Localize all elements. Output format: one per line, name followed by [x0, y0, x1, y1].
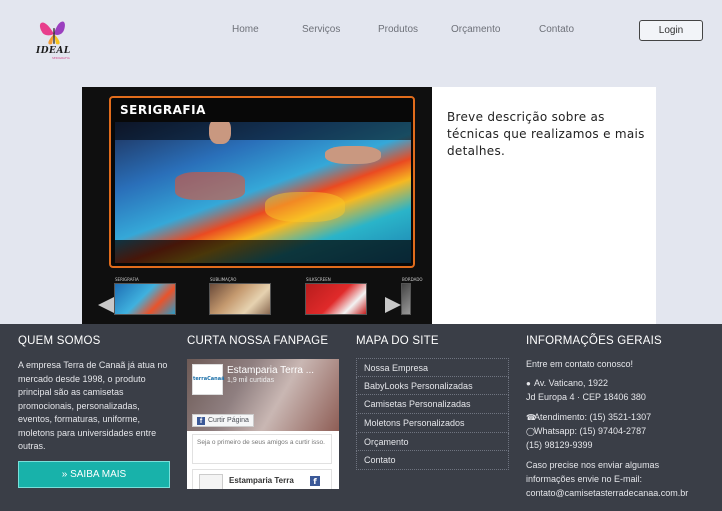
fanpage-friends-note: Seja o primeiro de seus amigos a curtir … — [192, 434, 332, 464]
fanpage-title: CURTA NOSSA FANPAGE — [187, 335, 329, 347]
about-title: QUEM SOMOS — [18, 335, 101, 347]
like-page-button[interactable]: f Curtir Página — [192, 414, 254, 427]
sitemap-item-orcamento[interactable]: Orçamento — [356, 432, 509, 452]
like-page-label: Curtir Página — [208, 417, 249, 424]
thumb-label: SUBLIMAÇÃO — [210, 277, 237, 282]
email-link[interactable]: contato@camisetasterradecanaa.com.br — [526, 488, 688, 498]
whatsapp-line: ◯Whatsapp: (15) 97404-2787 — [526, 426, 646, 436]
slide-frame: SERIGRAFIA — [109, 96, 415, 268]
slider-next-arrow-icon[interactable] — [385, 297, 401, 313]
login-button[interactable]: Login — [639, 20, 703, 41]
sitemap-title: MAPA DO SITE — [356, 335, 439, 347]
thumbnail-serigrafia[interactable] — [114, 283, 176, 315]
facebook-icon: f — [197, 416, 205, 425]
footer: QUEM SOMOS A empresa Terra de Canaã já a… — [0, 324, 722, 511]
thumbnail-silkscreen[interactable] — [305, 283, 367, 315]
fanpage-avatar[interactable]: terraCanaã — [192, 364, 224, 395]
nav-servicos[interactable]: Serviços — [302, 24, 340, 35]
hero-description: Breve descrição sobre as técnicas que re… — [447, 110, 645, 158]
post-page-name[interactable]: Estamparia Terra — [229, 476, 294, 485]
fanpage-post[interactable]: Estamparia Terra f — [192, 469, 332, 489]
phone-line: ☎Atendimento: (15) 3521-1307 — [526, 412, 651, 422]
hero-slider: SERIGRAFIA SERIGRAFIA SUBLIMAÇÃO SILKSCR… — [82, 87, 432, 324]
whatsapp-text[interactable]: Whatsapp: (15) 97404-2787 — [534, 426, 646, 436]
slider-prev-arrow-icon[interactable] — [98, 297, 114, 313]
logo-name: IDEAL — [36, 46, 71, 56]
nav-contato[interactable]: Contato — [539, 24, 574, 35]
nav-produtos[interactable]: Produtos — [378, 24, 418, 35]
address-line-1: ● Av. Vaticano, 1922 — [526, 378, 608, 388]
sitemap-list: Nossa Empresa BabyLooks Personalizadas C… — [356, 358, 509, 471]
thumb-label: SERIGRAFIA — [115, 277, 139, 282]
address-2-text: Jd Europa 4 · CEP 18406 380 — [526, 392, 646, 402]
contact-intro: Entre em contato conosco! — [526, 359, 634, 369]
info-title: INFORMAÇÕES GERAIS — [526, 335, 662, 347]
sitemap-item-nossa-empresa[interactable]: Nossa Empresa — [356, 358, 509, 377]
logo[interactable]: IDEAL SERIGRAFIA — [34, 16, 74, 61]
thumbnail-sublimacao[interactable] — [209, 283, 271, 315]
whatsapp-icon: ◯ — [526, 427, 535, 436]
slide-title: SERIGRAFIA — [120, 103, 206, 117]
post-avatar — [199, 474, 223, 489]
hero-description-panel: Breve descrição sobre as técnicas que re… — [432, 87, 656, 324]
phone-icon: ☎ — [526, 413, 536, 422]
sitemap-item-contato[interactable]: Contato — [356, 451, 509, 471]
fanpage-name[interactable]: Estamparia Terra ... — [227, 365, 314, 376]
phone-text[interactable]: Atendimento: (15) 3521-1307 — [534, 412, 651, 422]
thumb-label: BORDADO — [402, 277, 423, 282]
facebook-icon: f — [310, 476, 320, 486]
fanpage-likes: 1,9 mil curtidas — [227, 377, 275, 384]
about-text: A empresa Terra de Canaã já atua no merc… — [18, 360, 168, 451]
email-note-2: informações envie no E-mail: — [526, 474, 643, 484]
thumbnail-bordado[interactable] — [401, 283, 411, 315]
main-nav: Home Serviços Produtos Orçamento Contato — [0, 24, 722, 38]
email-note-1: Caso precise nos enviar algumas — [526, 460, 660, 470]
facebook-page-widget[interactable]: terraCanaã Estamparia Terra ... 1,9 mil … — [187, 359, 339, 489]
sitemap-item-babylooks[interactable]: BabyLooks Personalizadas — [356, 376, 509, 396]
saiba-mais-button[interactable]: » SAIBA MAIS — [18, 461, 170, 488]
logo-tagline: SERIGRAFIA — [52, 56, 70, 60]
slide-image[interactable] — [115, 122, 411, 263]
mobile-text[interactable]: (15) 98129-9399 — [526, 440, 593, 450]
thumb-label: SILKSCREEN — [306, 277, 331, 282]
map-marker-icon: ● — [526, 379, 531, 388]
address-1-text: Av. Vaticano, 1922 — [534, 378, 609, 388]
sitemap-item-camisetas[interactable]: Camisetas Personalizadas — [356, 395, 509, 415]
sitemap-item-moletons[interactable]: Moletons Personalizados — [356, 414, 509, 433]
nav-orcamento[interactable]: Orçamento — [451, 24, 500, 35]
nav-home[interactable]: Home — [232, 24, 259, 35]
